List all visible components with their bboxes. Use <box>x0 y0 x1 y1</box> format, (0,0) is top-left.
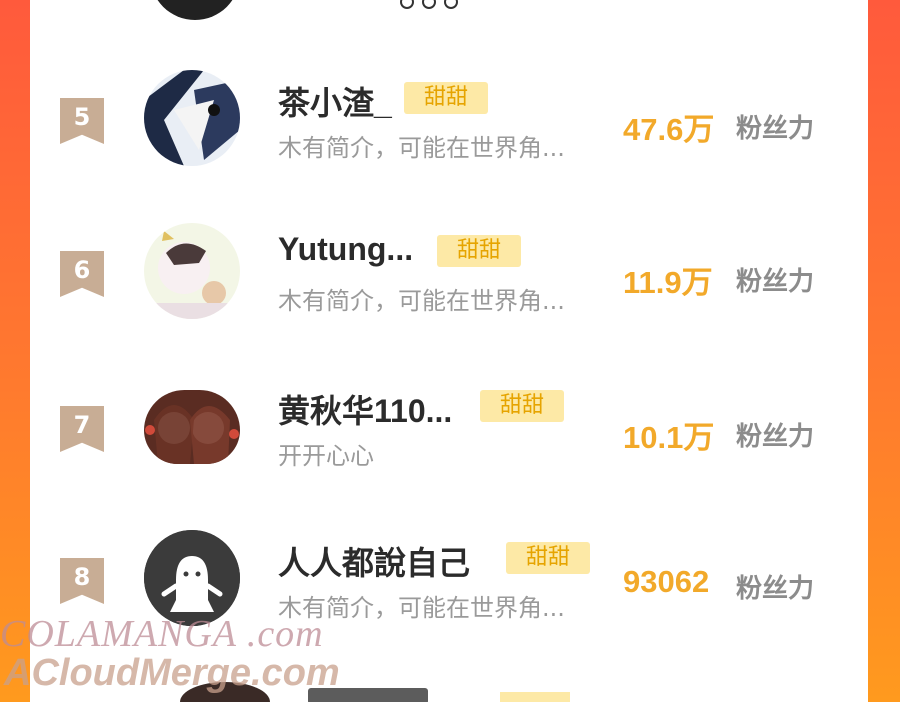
partial-row <box>500 692 570 702</box>
bio-text: 开开心心 <box>278 442 374 470</box>
fans-count: 10.1万 <box>623 420 715 455</box>
avatar[interactable] <box>144 223 240 319</box>
list-item[interactable]: 7 黄秋华110... 甜甜 开开心心 10.1万 粉丝力 <box>30 378 868 508</box>
username[interactable]: 茶小渣_ <box>278 78 392 124</box>
username[interactable]: 人人都說自己 <box>278 538 470 584</box>
rank-badge: 7 <box>60 406 104 452</box>
fans-label: 粉丝力 <box>736 114 815 144</box>
watermark: ACloudMerge.com <box>4 652 340 694</box>
username[interactable]: 黄秋华110... <box>278 386 452 432</box>
rank-badge: 8 <box>60 558 104 604</box>
fans-label: 粉丝力 <box>736 267 815 297</box>
fans-count: 47.6万 <box>623 112 715 147</box>
list-item[interactable]: 6 Yutung... 甜甜 木有简介，可能在世界角... 11.9万 粉丝力 <box>30 223 868 353</box>
rank-badge: 5 <box>60 98 104 144</box>
avatar[interactable] <box>144 390 240 464</box>
username[interactable]: Yutung... <box>278 231 413 268</box>
avatar[interactable] <box>144 70 240 166</box>
partial-row <box>400 0 480 9</box>
fans-count: 11.9万 <box>623 265 713 300</box>
bio-text: 木有简介，可能在世界角... <box>278 287 565 315</box>
watermark: COLAMANGA .com <box>0 613 324 655</box>
tag-badge: 甜甜 <box>480 390 565 422</box>
fans-label: 粉丝力 <box>736 574 815 604</box>
tag-badge: 甜甜 <box>437 235 522 267</box>
fans-label: 粉丝力 <box>736 422 815 452</box>
ranking-card: 5 茶小渣_ 甜甜 木有简介，可能在世界角... 47.6万 粉丝力 6 Yut… <box>30 0 868 702</box>
list-item[interactable]: 5 茶小渣_ 甜甜 木有简介，可能在世界角... 47.6万 粉丝力 <box>30 70 868 200</box>
avatar-partial <box>150 0 240 20</box>
rank-badge: 6 <box>60 251 104 297</box>
bio-text: 木有简介，可能在世界角... <box>278 134 565 162</box>
tag-badge: 甜甜 <box>506 542 591 574</box>
fans-count: 93062 <box>623 564 710 599</box>
tag-badge: 甜甜 <box>404 82 489 114</box>
